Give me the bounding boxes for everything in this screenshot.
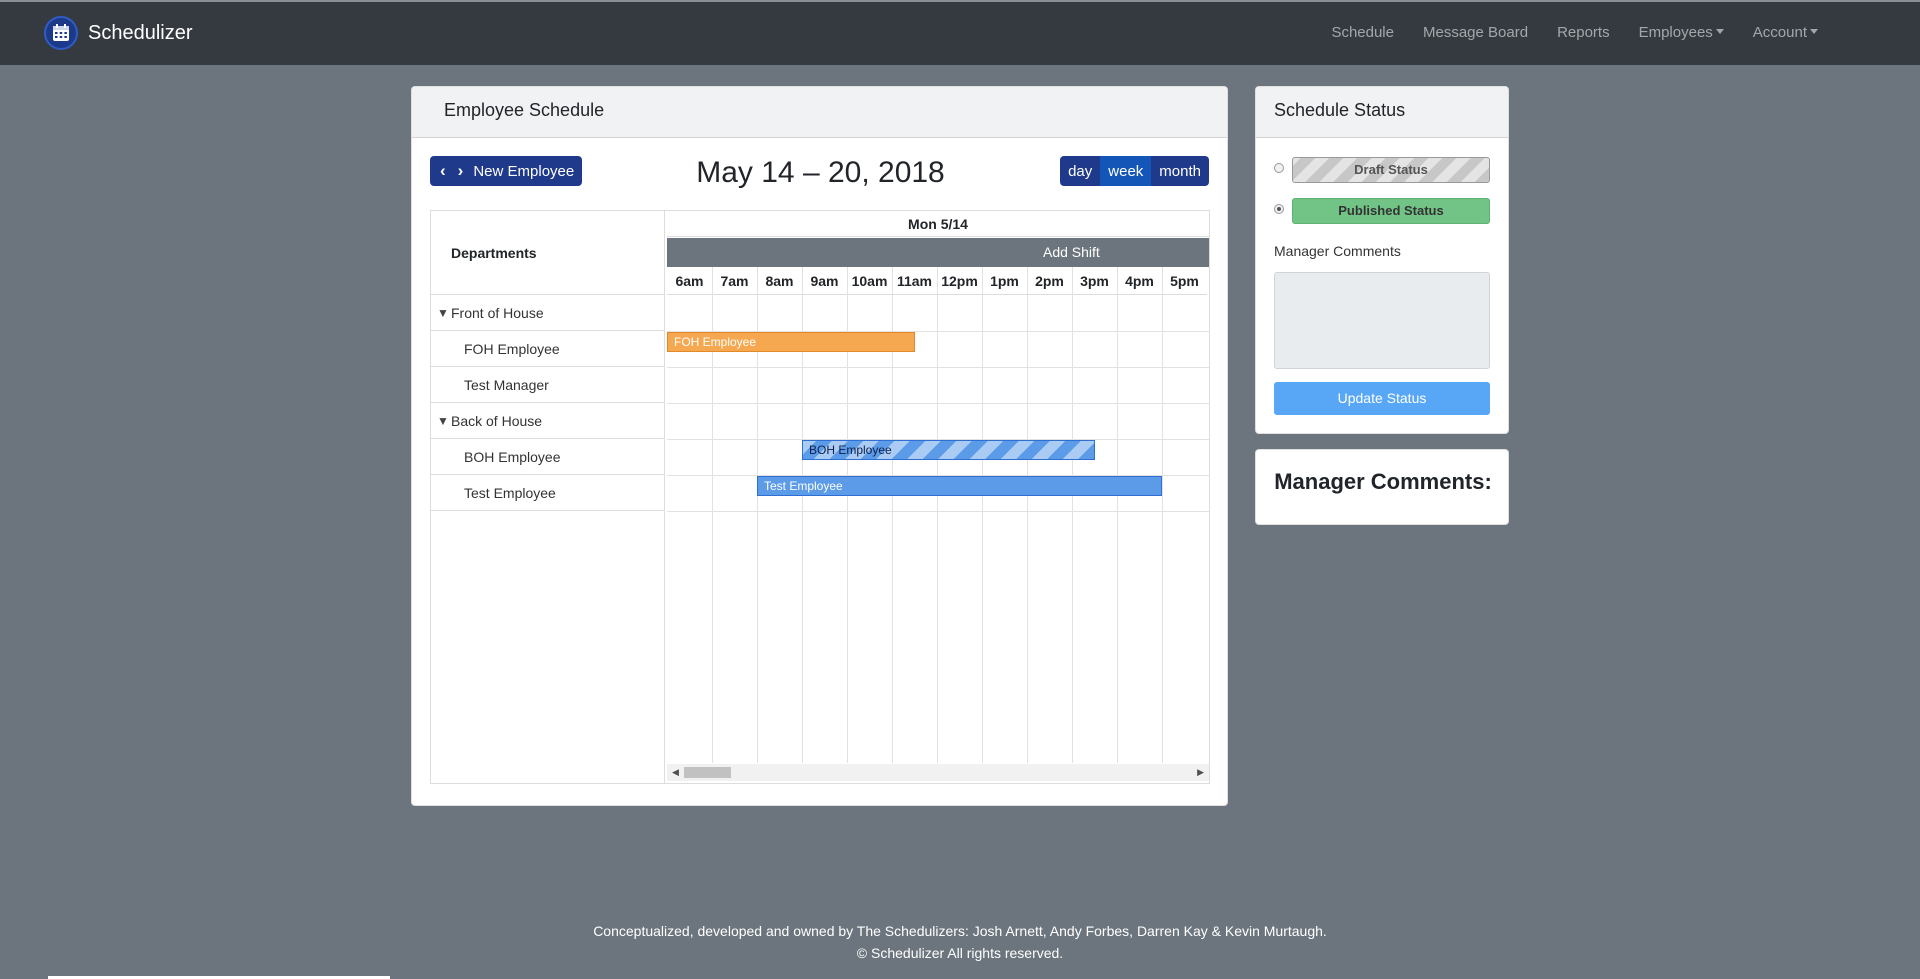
nav-schedule[interactable]: Schedule (1331, 24, 1394, 41)
hour-label: 8am (757, 267, 802, 295)
update-status-button[interactable]: Update Status (1274, 382, 1490, 415)
status-card-header: Schedule Status (1256, 87, 1508, 138)
resource-test-employee: Test Employee (431, 475, 664, 511)
brand-title: Schedulizer (88, 21, 193, 44)
hour-label: 5pm (1162, 267, 1207, 295)
resource-label: Test Employee (464, 485, 556, 501)
shift-event-boh[interactable]: BOH Employee (802, 440, 1095, 460)
grid-line (1027, 267, 1028, 763)
status-card: Schedule Status Draft Status Published S… (1255, 86, 1509, 434)
caret-down-icon (1810, 29, 1818, 34)
calendar-icon (44, 16, 78, 50)
hour-label: 12pm (937, 267, 982, 295)
footer: Conceptualized, developed and owned by T… (0, 920, 1920, 964)
departments-header: Departments (431, 211, 664, 295)
draft-status-badge[interactable]: Draft Status (1292, 157, 1490, 183)
view-day-button[interactable]: day (1060, 156, 1101, 186)
hour-label: 10am (847, 267, 892, 295)
manager-comments-label: Manager Comments (1274, 243, 1401, 259)
grid-line (667, 403, 1209, 404)
horizontal-scrollbar[interactable]: ◀ ▶ (667, 764, 1209, 781)
hour-label: 11am (892, 267, 937, 295)
grid-line (1162, 267, 1163, 763)
resource-label: FOH Employee (464, 341, 560, 357)
manager-comments-heading: Manager Comments: (1274, 469, 1492, 494)
resource-foh-employee: FOH Employee (431, 331, 664, 367)
grid-line (667, 367, 1209, 368)
nav-employees-dropdown[interactable]: Employees (1639, 24, 1724, 41)
hour-label: 7am (712, 267, 757, 295)
grid-line (1117, 267, 1118, 763)
footer-copyright: © Schedulizer All rights reserved. (856, 945, 1064, 961)
view-month-button[interactable]: month (1151, 156, 1209, 186)
resource-boh-employee: BOH Employee (431, 439, 664, 475)
draft-radio[interactable] (1274, 163, 1284, 173)
scroll-left-icon[interactable]: ◀ (672, 764, 679, 781)
hour-label: 4pm (1117, 267, 1162, 295)
grid-line (1072, 267, 1073, 763)
footer-credits: Conceptualized, developed and owned by T… (593, 923, 1327, 939)
nav-employees-label: Employees (1638, 24, 1713, 41)
caret-down-icon (1715, 29, 1724, 34)
nav-reports[interactable]: Reports (1557, 24, 1610, 41)
grid-line (667, 511, 1209, 512)
manager-comments-textarea[interactable] (1274, 272, 1490, 369)
resource-area: Departments ▼ Front of House FOH Employe… (431, 211, 665, 783)
time-area: Mon 5/14 Add Shift ◀ ▶ 6am 7am 8am 9am 10am 1… (667, 211, 1209, 783)
nav-account-label: Account (1752, 24, 1807, 41)
timeline-calendar: Departments ▼ Front of House FOH Employe… (430, 210, 1210, 784)
collapse-triangle-icon[interactable]: ▼ (437, 295, 449, 331)
resource-label: BOH Employee (464, 449, 561, 465)
view-week-button[interactable]: week (1100, 156, 1152, 186)
hour-label: 3pm (1072, 267, 1117, 295)
schedule-title: Employee Schedule (444, 100, 605, 120)
day-header: Mon 5/14 (667, 211, 1209, 237)
manager-comments-card: Manager Comments: (1255, 449, 1509, 525)
hour-label: 6am (667, 267, 712, 295)
grid-line (982, 267, 983, 763)
published-status-badge[interactable]: Published Status (1292, 198, 1490, 224)
schedule-card: Employee Schedule ‹ › New Employee May 1… (411, 86, 1228, 806)
nav-links: Schedule Message Board Reports Employees… (1302, 24, 1818, 41)
resource-label: Test Manager (464, 377, 549, 393)
shift-event-test[interactable]: Test Employee (757, 476, 1162, 496)
hour-label: 1pm (982, 267, 1027, 295)
resource-group-back-of-house[interactable]: ▼ Back of House (431, 403, 664, 439)
add-shift-button[interactable]: Add Shift (667, 238, 1209, 267)
resource-label: Front of House (451, 305, 544, 321)
navbar: Schedulizer Schedule Message Board Repor… (0, 0, 1920, 65)
resource-group-front-of-house[interactable]: ▼ Front of House (431, 295, 664, 331)
view-switcher: day week month (1060, 156, 1209, 186)
resource-label: Back of House (451, 413, 543, 429)
resource-test-manager: Test Manager (431, 367, 664, 403)
scroll-right-icon[interactable]: ▶ (1197, 764, 1204, 781)
hour-label: 2pm (1027, 267, 1072, 295)
brand[interactable]: Schedulizer (44, 16, 193, 50)
grid-line (937, 267, 938, 763)
published-radio[interactable] (1274, 204, 1284, 214)
schedule-card-header: Employee Schedule (412, 87, 1227, 138)
status-title: Schedule Status (1274, 100, 1406, 120)
shift-event-foh[interactable]: FOH Employee (667, 332, 915, 352)
hour-label: 9am (802, 267, 847, 295)
nav-message-board[interactable]: Message Board (1423, 24, 1528, 41)
collapse-triangle-icon[interactable]: ▼ (437, 403, 449, 439)
scrollbar-thumb[interactable] (684, 767, 731, 778)
nav-account-dropdown[interactable]: Account (1753, 24, 1818, 41)
